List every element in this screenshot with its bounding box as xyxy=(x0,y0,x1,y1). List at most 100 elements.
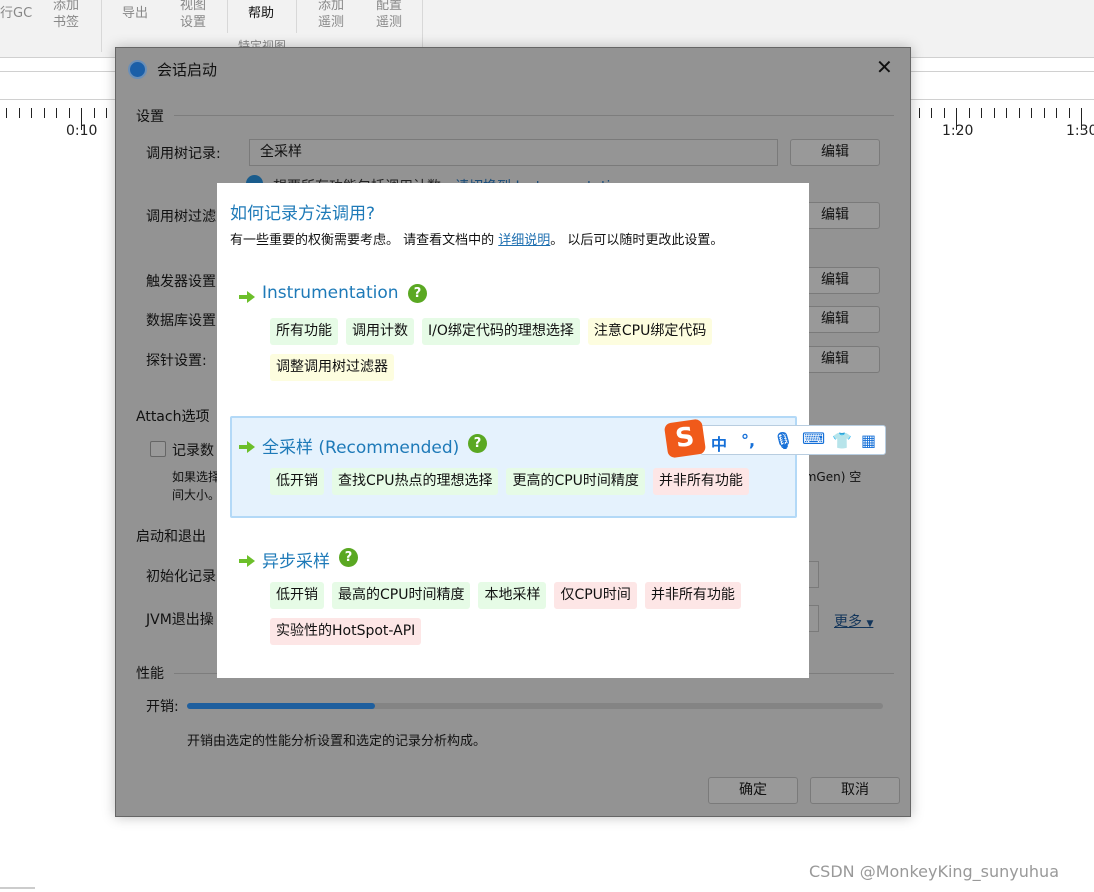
option-tags: 低开销 最高的CPU时间精度 本地采样 仅CPU时间 并非所有功能实验性的HotSpot… xyxy=(270,582,790,645)
ruler-tick xyxy=(1043,108,1045,118)
feature-tag: 低开销 xyxy=(270,582,324,609)
option-title[interactable]: Instrumentation xyxy=(262,283,399,303)
feature-tag: I/O绑定代码的理想选择 xyxy=(422,318,580,345)
feature-tag: 更高的CPU时间精度 xyxy=(506,468,645,495)
overhead-description: 开销由选定的性能分析设置和选定的记录分析构成。 xyxy=(187,734,487,749)
overhead-label: 开销: xyxy=(146,699,179,715)
more-link[interactable]: 更多 ▼ xyxy=(834,611,873,631)
feature-tag: 低开销 xyxy=(270,468,324,495)
ruler-tick xyxy=(56,108,57,118)
arrow-right-icon xyxy=(239,441,255,453)
feature-tag: 所有功能 xyxy=(270,318,338,345)
feature-tag: 查找CPU热点的理想选择 xyxy=(332,468,499,495)
record-checkbox[interactable] xyxy=(150,441,166,457)
ruler-tick xyxy=(1018,108,1020,118)
option-title[interactable]: 异步采样 xyxy=(262,547,330,572)
ruler-tick xyxy=(943,108,945,118)
feature-tag: 并非所有功能 xyxy=(652,468,749,495)
help-icon[interactable]: ? xyxy=(408,284,427,303)
ribbon-configure-telemetry[interactable]: 配置 遥测 xyxy=(376,0,402,31)
dialog-title: 会话启动 xyxy=(157,61,218,79)
help-icon[interactable]: ? xyxy=(468,434,487,453)
feature-tag: 并非所有功能 xyxy=(644,582,741,609)
ruler-tick xyxy=(918,108,920,118)
edit-call-tree-recording-button[interactable]: 编辑 xyxy=(790,139,880,166)
record-checkbox-label: 记录数 xyxy=(172,443,214,459)
arrow-right-icon xyxy=(239,555,255,567)
ruler-tick xyxy=(81,108,82,130)
ruler-tick xyxy=(6,108,7,118)
attach-note-end: rmGen) 空 xyxy=(800,470,862,484)
feature-tag: 注意CPU绑定代码 xyxy=(587,318,713,345)
popup-title: 如何记录方法调用? xyxy=(230,204,376,224)
section-settings: 设置 xyxy=(136,109,164,125)
dropdown-arrow-icon: ▼ xyxy=(866,619,874,629)
ime-toolbar: 中 °, 🎙 ⌨ 👕 ▦ xyxy=(700,425,886,455)
call-tree-recording-label: 调用树记录: xyxy=(146,146,221,162)
feature-tag: 本地采样 xyxy=(478,582,547,609)
trigger-settings-label: 触发器设置 xyxy=(146,274,216,290)
ruler-tick xyxy=(93,108,95,118)
apps-icon[interactable]: ▦ xyxy=(861,431,876,450)
attach-note: 如果选择 xyxy=(172,470,221,484)
shirt-icon[interactable]: 👕 xyxy=(832,431,852,450)
feature-tag: 调整调用树过滤器 xyxy=(270,354,394,381)
ribbon-add-telemetry[interactable]: 添加 遥测 xyxy=(318,0,344,31)
ribbon-run-gc[interactable]: 行GC xyxy=(0,5,32,22)
popup-subtitle: 有一些重要的权衡需要考虑。 请查看文档中的 详细说明。 以后可以随时更改此设置。 xyxy=(230,233,724,248)
keyboard-icon[interactable]: ⌨ xyxy=(802,429,825,448)
database-settings-label: 数据库设置 xyxy=(146,313,216,329)
feature-tag: 最高的CPU时间精度 xyxy=(332,582,471,609)
jvm-exit-label: JVM退出操 xyxy=(146,612,214,628)
arrow-right-icon xyxy=(239,291,255,303)
attach-note-line2: 间大小。 xyxy=(172,488,221,502)
section-attach: Attach选项 xyxy=(136,409,210,425)
option-tags: 低开销 查找CPU热点的理想选择 更高的CPU时间精度 并非所有功能 xyxy=(270,468,790,495)
ruler-label: 1:20 xyxy=(942,123,974,139)
section-startup: 启动和退出 xyxy=(136,529,206,545)
ruler-label: 1:30 xyxy=(1066,123,1094,139)
ribbon-export[interactable]: 导出 xyxy=(122,5,148,22)
feature-tag: 实验性的HotSpot-API xyxy=(270,618,422,645)
cancel-button[interactable]: 取消 xyxy=(810,777,900,804)
ruler-tick xyxy=(1056,108,1057,118)
details-link[interactable]: 详细说明 xyxy=(498,233,550,248)
overhead-bar xyxy=(187,703,883,709)
option-title[interactable]: 全采样 (Recommended) xyxy=(262,433,459,458)
ruler-tick xyxy=(1006,108,1007,118)
overhead-bar-fill xyxy=(187,703,375,709)
call-tree-recording-field[interactable]: 全采样 xyxy=(249,139,778,166)
ruler-tick xyxy=(1031,108,1032,118)
ruler-tick xyxy=(968,108,970,118)
feature-tag: 仅CPU时间 xyxy=(554,582,637,609)
ruler-tick xyxy=(956,108,957,130)
ruler-tick xyxy=(931,108,932,118)
ribbon-view-settings[interactable]: 视图 设置 xyxy=(180,0,206,31)
call-tree-filter-label: 调用树过滤 xyxy=(146,209,216,225)
ruler-tick xyxy=(31,108,32,118)
ruler-tick xyxy=(68,108,70,118)
divider xyxy=(0,887,35,889)
ruler-tick xyxy=(981,108,982,118)
ruler-tick xyxy=(993,108,995,118)
ribbon-add-bookmark[interactable]: 添加 书签 xyxy=(53,0,79,31)
ribbon-help[interactable]: 帮助 xyxy=(248,5,274,22)
sogou-logo-icon[interactable]: S xyxy=(663,418,707,459)
option-tags: 所有功能 调用计数 I/O绑定代码的理想选择 注意CPU绑定代码调整调用树过滤器 xyxy=(270,318,790,381)
ruler-tick xyxy=(106,108,107,118)
ime-chinese-mode[interactable]: 中 xyxy=(711,431,727,455)
app-icon xyxy=(128,60,147,79)
init-recording-label: 初始化记录 xyxy=(146,569,216,585)
ruler-tick xyxy=(1068,108,1070,118)
ruler-tick xyxy=(18,108,20,118)
mic-icon[interactable]: 🎙 xyxy=(773,431,793,450)
close-icon[interactable]: ✕ xyxy=(876,55,893,79)
help-icon[interactable]: ? xyxy=(339,548,358,567)
ruler-tick xyxy=(43,108,45,118)
probe-settings-label: 探针设置: xyxy=(146,353,207,369)
ok-button[interactable]: 确定 xyxy=(708,777,798,804)
feature-tag: 调用计数 xyxy=(346,318,414,345)
section-performance: 性能 xyxy=(136,666,164,682)
ime-punctuation[interactable]: °, xyxy=(741,431,755,450)
ruler-tick xyxy=(1081,108,1082,130)
